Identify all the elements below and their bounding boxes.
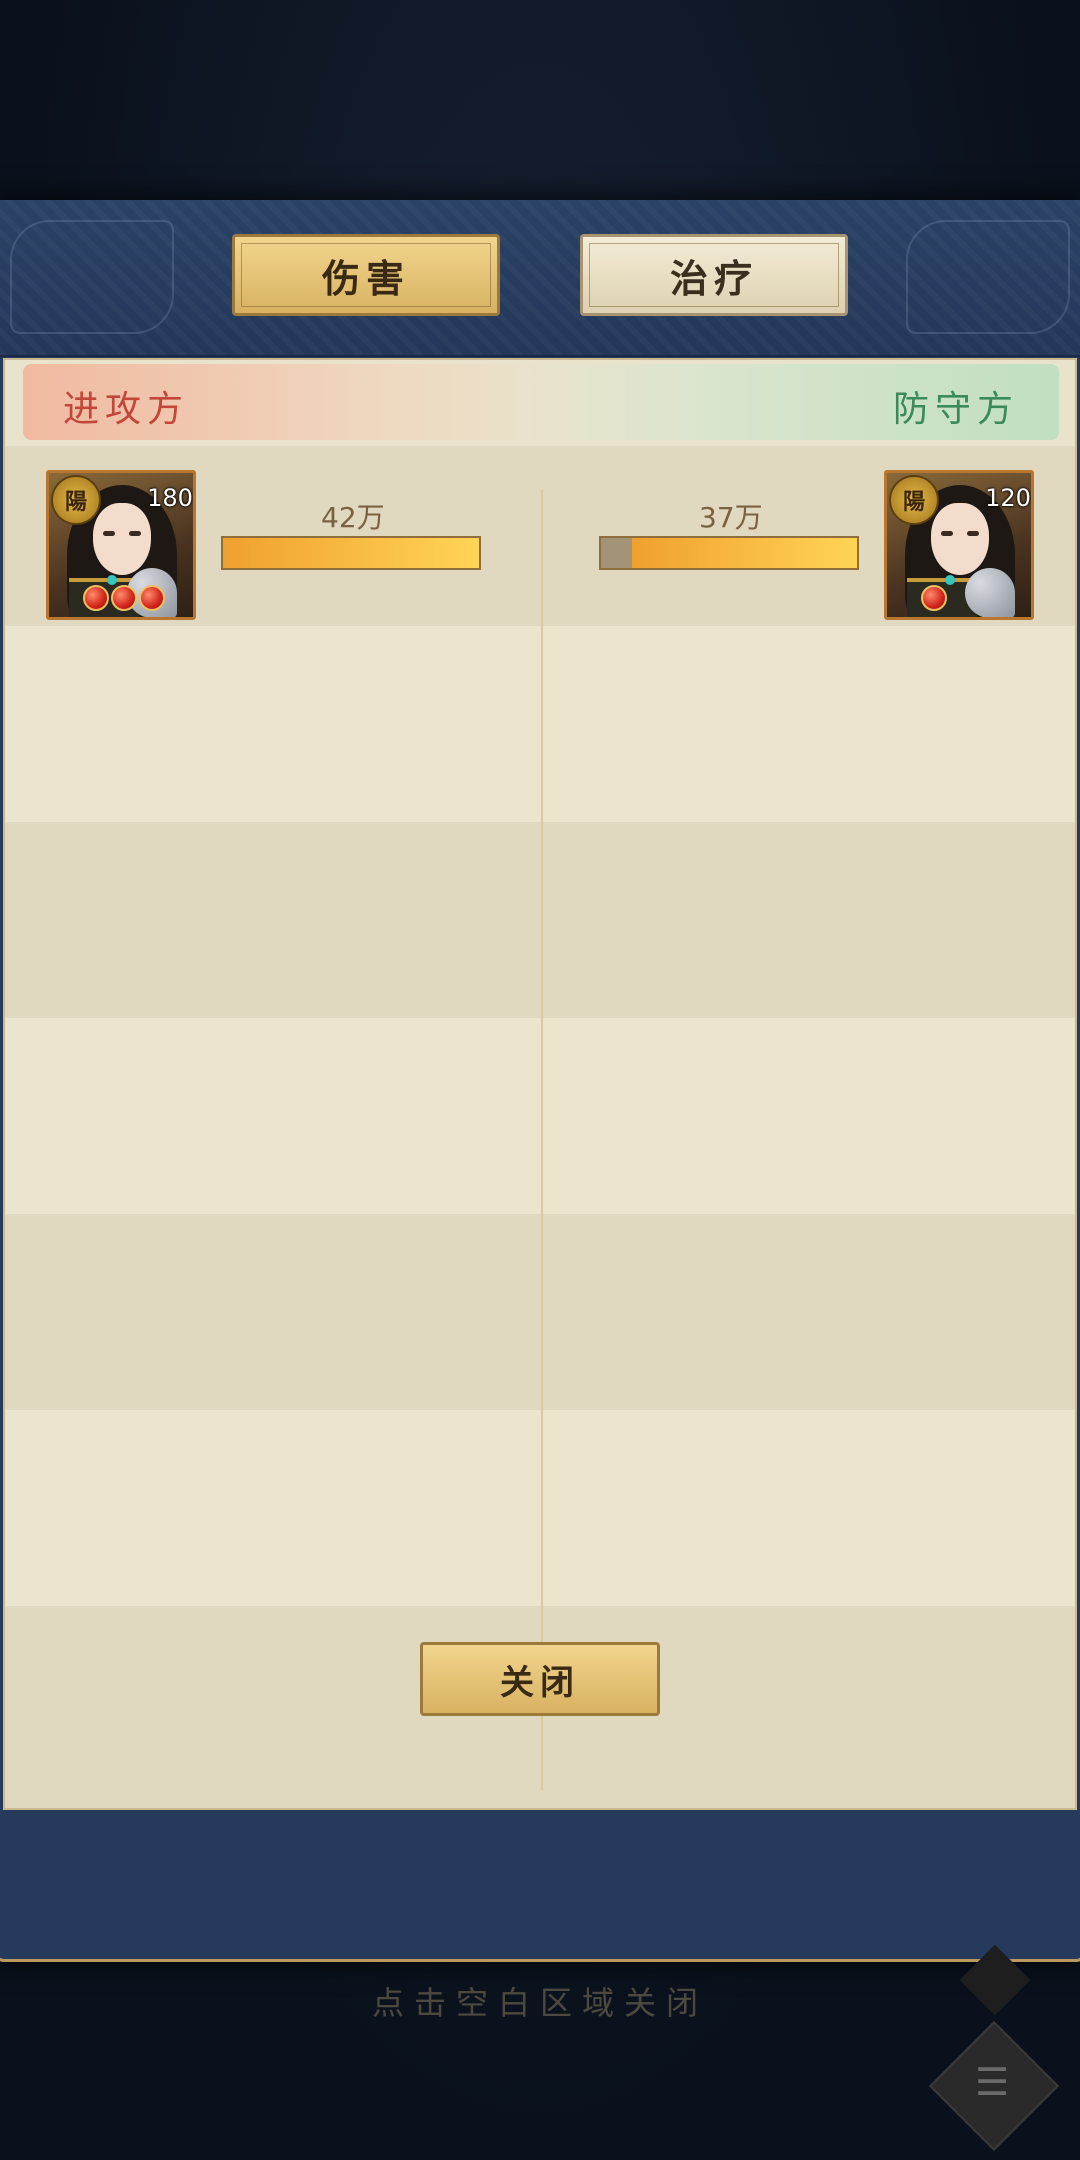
column-divider (541, 490, 543, 1790)
defender-damage-bar (599, 536, 859, 570)
seal-icon: 陽 (889, 475, 939, 525)
stats-board: 进攻方 防守方 陽 180 42万 37万 陽 120 (3, 358, 1077, 1810)
table-row (5, 822, 1075, 1018)
table-row (5, 626, 1075, 822)
defender-damage-value: 37万 (699, 501, 763, 534)
header-band: 伤害 治疗 (0, 200, 1080, 357)
defender-level-badge: 120 (985, 475, 1031, 521)
defender-star-orbs (921, 585, 947, 611)
tab-heal[interactable]: 治疗 (580, 234, 848, 316)
attacker-label: 进攻方 (63, 389, 190, 430)
tab-damage-label: 伤害 (321, 256, 410, 301)
scroll-menu-icon: ☰ (974, 2060, 1010, 2104)
close-button[interactable]: 关闭 (420, 1642, 660, 1716)
sides-bar: 进攻方 防守方 (23, 364, 1059, 440)
defender-damage-bar-fill (631, 538, 857, 568)
table-row (5, 1410, 1075, 1606)
seal-icon: 陽 (51, 475, 101, 525)
star-orb-icon (83, 585, 109, 611)
table-row (5, 1018, 1075, 1214)
attacker-damage-bar-fill (223, 538, 479, 568)
table-row (5, 1214, 1075, 1410)
cloud-pattern-left (10, 220, 174, 334)
tab-heal-label: 治疗 (669, 256, 758, 301)
star-orb-icon (111, 585, 137, 611)
attacker-star-orbs (83, 585, 165, 611)
defender-label: 防守方 (892, 389, 1019, 430)
star-orb-icon (139, 585, 165, 611)
attacker-damage-bar (221, 536, 481, 570)
cloud-pattern-right (906, 220, 1070, 334)
attacker-hero-card[interactable]: 陽 180 (46, 470, 196, 620)
tab-damage[interactable]: 伤害 (232, 234, 500, 316)
attacker-damage-value: 42万 (321, 501, 385, 534)
defender-hero-card[interactable]: 陽 120 (884, 470, 1034, 620)
attacker-level-badge: 180 (147, 475, 193, 521)
close-hint: 点击空白区域关闭 (371, 1984, 708, 2022)
star-orb-icon (921, 585, 947, 611)
close-button-label: 关闭 (500, 1662, 580, 1703)
